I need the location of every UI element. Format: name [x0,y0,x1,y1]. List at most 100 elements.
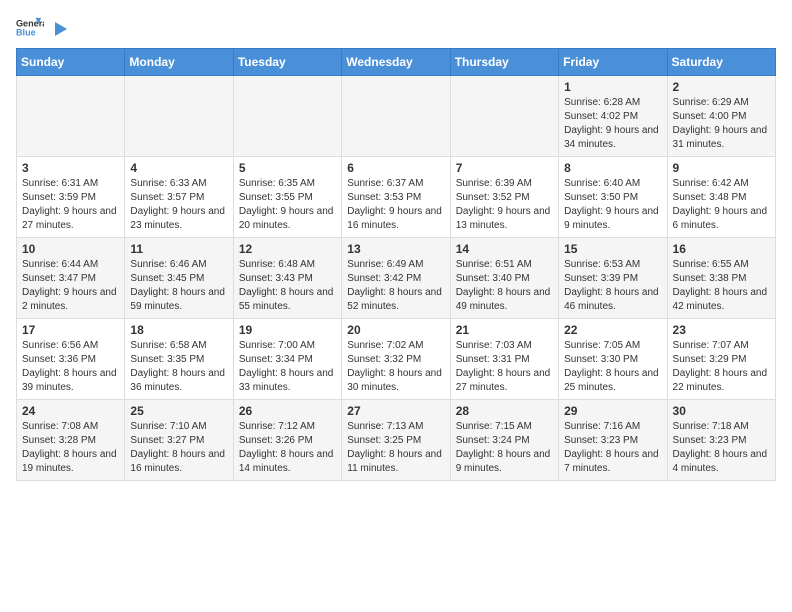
calendar-cell: 9Sunrise: 6:42 AMSunset: 3:48 PMDaylight… [667,157,775,238]
day-number: 23 [673,323,770,337]
header: General Blue [16,16,776,38]
day-info: Sunrise: 6:28 AMSunset: 4:02 PMDaylight:… [564,96,661,152]
day-info: Sunrise: 6:40 AMSunset: 3:50 PMDaylight:… [564,177,661,233]
column-header-wednesday: Wednesday [342,49,450,76]
calendar-cell: 27Sunrise: 7:13 AMSunset: 3:25 PMDayligh… [342,400,450,481]
calendar-cell: 25 Sunrise: 7:10 AMSunset: 3:27 PMDayligh… [125,400,233,481]
day-number: 26 [239,404,336,418]
day-info: Sunrise: 6:29 AMSunset: 4:00 PMDaylight:… [673,96,770,152]
calendar-cell [125,76,233,157]
calendar-week-row: 24Sunrise: 7:08 AMSunset: 3:28 PMDayligh… [17,400,776,481]
day-number: 12 [239,242,336,256]
calendar-cell: 23 Sunrise: 7:07 AMSunset: 3:29 PMDayligh… [667,319,775,400]
calendar-cell: 17 Sunrise: 6:56 AMSunset: 3:36 PMDayligh… [17,319,125,400]
calendar-cell: 18 Sunrise: 6:58 AMSunset: 3:35 PMDayligh… [125,319,233,400]
calendar-cell: 8 Sunrise: 6:40 AMSunset: 3:50 PMDaylight… [559,157,667,238]
calendar-cell: 21 Sunrise: 7:03 AMSunset: 3:31 PMDayligh… [450,319,558,400]
svg-text:Blue: Blue [16,27,36,37]
calendar-cell: 29Sunrise: 7:16 AMSunset: 3:23 PMDayligh… [559,400,667,481]
day-info: Sunrise: 6:42 AMSunset: 3:48 PMDaylight:… [673,177,770,233]
day-number: 11 [130,242,227,256]
calendar-cell: 14 Sunrise: 6:51 AMSunset: 3:40 PMDayligh… [450,238,558,319]
column-header-friday: Friday [559,49,667,76]
day-info: Sunrise: 6:51 AMSunset: 3:40 PMDaylight:… [456,258,553,314]
column-header-saturday: Saturday [667,49,775,76]
day-number: 28 [456,404,553,418]
calendar-cell: 11 Sunrise: 6:46 AMSunset: 3:45 PMDayligh… [125,238,233,319]
calendar-cell [233,76,341,157]
day-number: 14 [456,242,553,256]
day-info: Sunrise: 7:10 AMSunset: 3:27 PMDaylight:… [130,420,227,476]
day-info: Sunrise: 7:13 AMSunset: 3:25 PMDaylight:… [347,420,444,476]
day-number: 3 [22,161,119,175]
calendar-week-row: 17 Sunrise: 6:56 AMSunset: 3:36 PMDayligh… [17,319,776,400]
day-number: 15 [564,242,661,256]
day-info: Sunrise: 6:53 AMSunset: 3:39 PMDaylight:… [564,258,661,314]
day-number: 16 [673,242,770,256]
calendar-cell: 15 Sunrise: 6:53 AMSunset: 3:39 PMDayligh… [559,238,667,319]
calendar-cell: 3 Sunrise: 6:31 AMSunset: 3:59 PMDaylight… [17,157,125,238]
day-number: 4 [130,161,227,175]
day-number: 22 [564,323,661,337]
calendar-week-row: 1 Sunrise: 6:28 AMSunset: 4:02 PMDaylight… [17,76,776,157]
column-header-monday: Monday [125,49,233,76]
calendar-cell: 20Sunrise: 7:02 AMSunset: 3:32 PMDayligh… [342,319,450,400]
column-header-sunday: Sunday [17,49,125,76]
calendar-cell: 2 Sunrise: 6:29 AMSunset: 4:00 PMDaylight… [667,76,775,157]
calendar-cell: 26Sunrise: 7:12 AMSunset: 3:26 PMDayligh… [233,400,341,481]
calendar-cell: 7 Sunrise: 6:39 AMSunset: 3:52 PMDaylight… [450,157,558,238]
day-info: Sunrise: 6:33 AMSunset: 3:57 PMDaylight:… [130,177,227,233]
day-number: 2 [673,80,770,94]
logo: General Blue [16,16,67,38]
day-info: Sunrise: 6:39 AMSunset: 3:52 PMDaylight:… [456,177,553,233]
calendar-cell: 30Sunrise: 7:18 AMSunset: 3:23 PMDayligh… [667,400,775,481]
day-number: 6 [347,161,444,175]
calendar-cell: 28 Sunrise: 7:15 AMSunset: 3:24 PMDayligh… [450,400,558,481]
day-info: Sunrise: 7:07 AMSunset: 3:29 PMDaylight:… [673,339,770,395]
day-info: Sunrise: 7:05 AMSunset: 3:30 PMDaylight:… [564,339,661,395]
day-info: Sunrise: 6:31 AMSunset: 3:59 PMDaylight:… [22,177,119,233]
day-number: 19 [239,323,336,337]
day-info: Sunrise: 7:15 AMSunset: 3:24 PMDaylight:… [456,420,553,476]
day-number: 10 [22,242,119,256]
calendar-cell: 10 Sunrise: 6:44 AMSunset: 3:47 PMDayligh… [17,238,125,319]
day-number: 5 [239,161,336,175]
day-number: 18 [130,323,227,337]
day-info: Sunrise: 7:02 AMSunset: 3:32 PMDaylight:… [347,339,444,395]
calendar-cell [17,76,125,157]
day-info: Sunrise: 7:16 AMSunset: 3:23 PMDaylight:… [564,420,661,476]
calendar-cell: 19 Sunrise: 7:00 AMSunset: 3:34 PMDayligh… [233,319,341,400]
day-info: Sunrise: 6:48 AMSunset: 3:43 PMDaylight:… [239,258,336,314]
calendar-cell: 4 Sunrise: 6:33 AMSunset: 3:57 PMDaylight… [125,157,233,238]
day-info: Sunrise: 7:03 AMSunset: 3:31 PMDaylight:… [456,339,553,395]
day-number: 21 [456,323,553,337]
day-number: 17 [22,323,119,337]
calendar-cell: 16Sunrise: 6:55 AMSunset: 3:38 PMDayligh… [667,238,775,319]
day-number: 24 [22,404,119,418]
day-info: Sunrise: 6:56 AMSunset: 3:36 PMDaylight:… [22,339,119,395]
day-info: Sunrise: 6:44 AMSunset: 3:47 PMDaylight:… [22,258,119,314]
logo-arrow-icon [49,21,67,37]
calendar-cell: 13 Sunrise: 6:49 AMSunset: 3:42 PMDayligh… [342,238,450,319]
day-info: Sunrise: 6:37 AMSunset: 3:53 PMDaylight:… [347,177,444,233]
calendar-cell [450,76,558,157]
calendar-cell: 24Sunrise: 7:08 AMSunset: 3:28 PMDayligh… [17,400,125,481]
column-header-thursday: Thursday [450,49,558,76]
calendar-cell: 1 Sunrise: 6:28 AMSunset: 4:02 PMDaylight… [559,76,667,157]
column-header-tuesday: Tuesday [233,49,341,76]
day-info: Sunrise: 7:00 AMSunset: 3:34 PMDaylight:… [239,339,336,395]
calendar-week-row: 10 Sunrise: 6:44 AMSunset: 3:47 PMDayligh… [17,238,776,319]
calendar-cell: 5Sunrise: 6:35 AMSunset: 3:55 PMDaylight… [233,157,341,238]
day-info: Sunrise: 6:49 AMSunset: 3:42 PMDaylight:… [347,258,444,314]
day-number: 7 [456,161,553,175]
day-number: 8 [564,161,661,175]
day-number: 1 [564,80,661,94]
day-number: 25 [130,404,227,418]
day-info: Sunrise: 6:46 AMSunset: 3:45 PMDaylight:… [130,258,227,314]
calendar-cell: 6 Sunrise: 6:37 AMSunset: 3:53 PMDaylight… [342,157,450,238]
calendar-table: SundayMondayTuesdayWednesdayThursdayFrid… [16,48,776,481]
day-number: 13 [347,242,444,256]
calendar-cell: 22 Sunrise: 7:05 AMSunset: 3:30 PMDayligh… [559,319,667,400]
calendar-week-row: 3 Sunrise: 6:31 AMSunset: 3:59 PMDaylight… [17,157,776,238]
day-info: Sunrise: 6:58 AMSunset: 3:35 PMDaylight:… [130,339,227,395]
